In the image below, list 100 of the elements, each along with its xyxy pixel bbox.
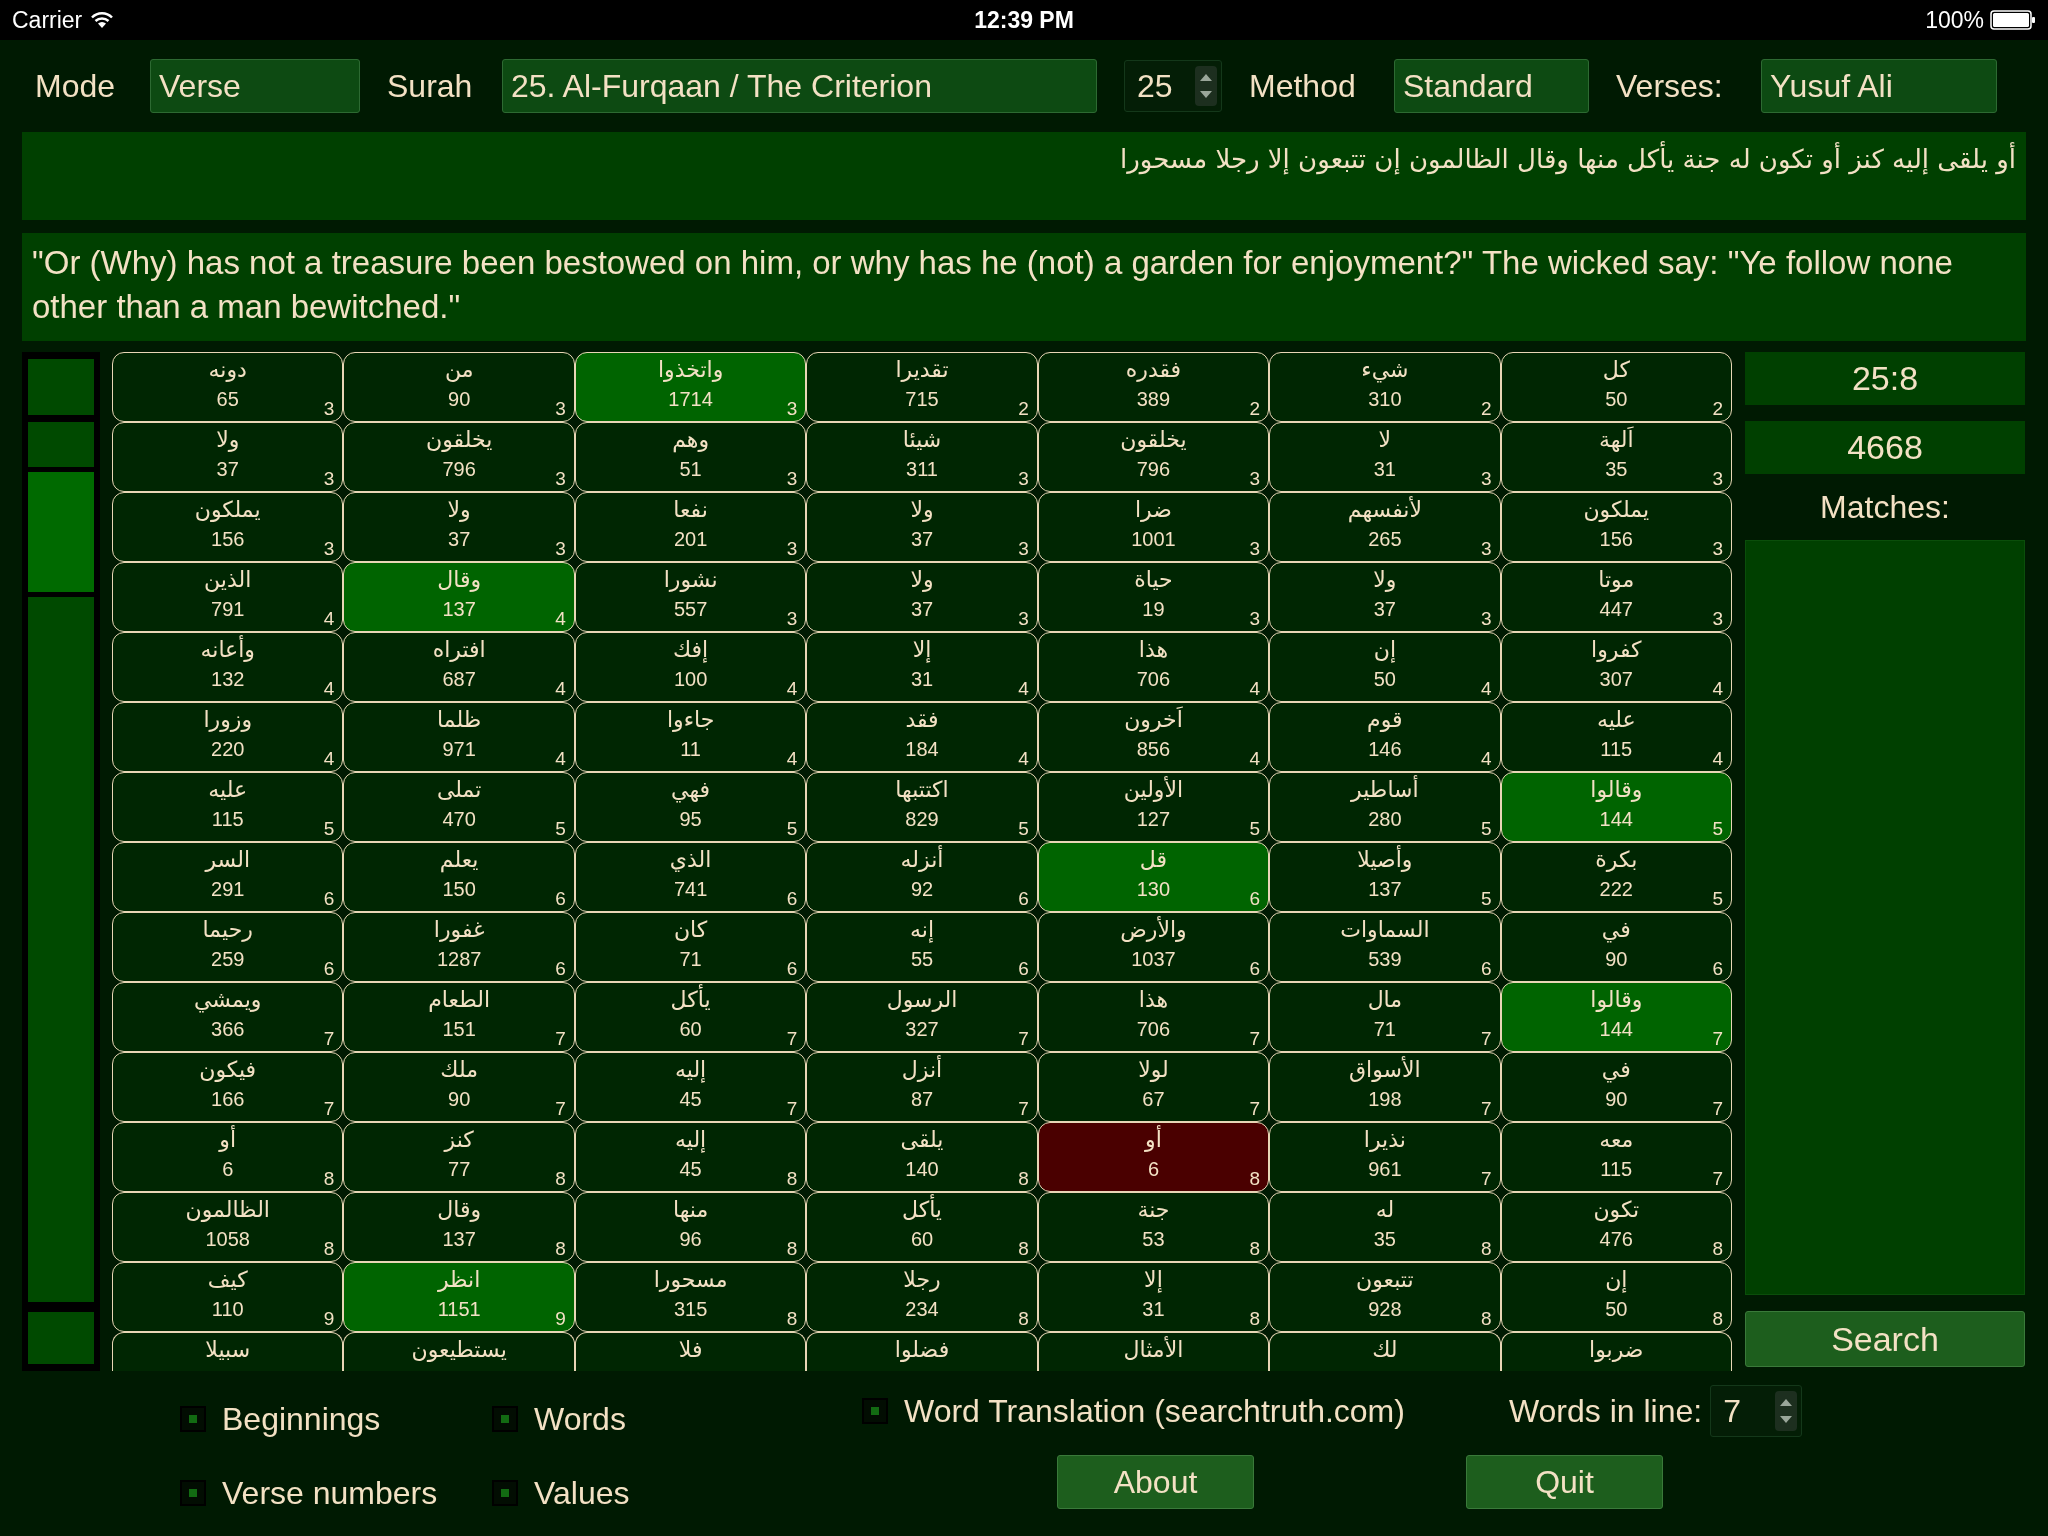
word-value: 144 (1599, 1017, 1633, 1041)
verse-number: 8 (1712, 1238, 1723, 1260)
battery-icon (1990, 10, 2036, 30)
checkbox[interactable] (862, 1398, 888, 1424)
arabic-word: ويمشي (194, 986, 262, 1015)
word-cell[interactable]: فضلوا (806, 1332, 1038, 1371)
arabic-word: تقديرا (895, 356, 949, 384)
arabic-word: إفك (673, 636, 709, 665)
verse-number: 3 (1481, 538, 1492, 560)
verse-number: 4 (323, 608, 335, 630)
verse-number: 7 (323, 1098, 335, 1120)
arabic-word: لأنفسهم (1347, 495, 1422, 525)
verse-number: 8 (1018, 1168, 1029, 1190)
arabic-word: جاءوا (666, 706, 715, 734)
number-stepper[interactable]: 25 (1124, 60, 1222, 112)
word-value: 156 (1599, 527, 1633, 551)
word-cell[interactable]: لك (1269, 1332, 1501, 1371)
word-value: 146 (1368, 737, 1402, 761)
verse-number: 3 (1018, 608, 1029, 630)
verse-number: 7 (1481, 1028, 1492, 1050)
word-cell[interactable]: الأمثال (1037, 1332, 1270, 1371)
checkbox[interactable] (180, 1480, 206, 1506)
verse-number: 3 (1249, 538, 1261, 560)
arabic-word: وقالوا (1590, 776, 1643, 804)
verse-number: 5 (555, 818, 566, 840)
verses-field[interactable]: Yusuf Ali (1761, 59, 1997, 113)
verse-number: 4 (555, 678, 566, 700)
word-value: 715 (905, 387, 939, 411)
arabic-word: ظلما (437, 706, 482, 734)
word-value: 476 (1599, 1227, 1633, 1251)
checkbox[interactable] (492, 1480, 518, 1506)
word-value: 198 (1368, 1087, 1402, 1111)
arabic-word: معه (1599, 1126, 1634, 1154)
arabic-word: مال (1367, 986, 1403, 1014)
arabic-word: إليه (674, 1126, 707, 1155)
verse-number: 8 (1712, 1308, 1723, 1330)
word-value: 961 (1368, 1157, 1402, 1181)
word-cell[interactable]: فلا (574, 1332, 807, 1371)
search-button[interactable]: Search (1745, 1311, 2025, 1367)
translation-box: "Or (Why) has not a treasure been bestowed on him, or why has he (not) a garden for enjoyment?" The wicked say: "Ye follow none other than a man bewitched." (22, 233, 2026, 341)
arabic-word: يلقى (900, 1126, 944, 1154)
stepper-arrows-icon[interactable] (1775, 1391, 1798, 1431)
verse-number: 7 (1249, 1098, 1261, 1120)
word-value: 856 (1136, 737, 1171, 761)
verse-number: 6 (1249, 958, 1261, 980)
word-value: 31 (910, 667, 934, 691)
arabic-word: يخلقون (426, 426, 493, 454)
stepper-value: 25 (1137, 67, 1173, 106)
verse-number: 3 (323, 538, 335, 560)
number-stepper[interactable]: 7 (1710, 1385, 1803, 1437)
verse-number: 8 (1481, 1238, 1492, 1260)
arabic-word: فلا (678, 1336, 703, 1364)
word-cell[interactable]: سبيلا (112, 1332, 344, 1371)
option-label: Values (534, 1474, 630, 1513)
verse-number: 3 (1712, 468, 1723, 490)
arabic-word: كل (1602, 356, 1630, 384)
word-value: 971 (442, 737, 476, 761)
verse-number: 5 (1481, 818, 1492, 840)
mode-field[interactable]: Verse (150, 59, 360, 113)
word-value: 928 (1368, 1297, 1402, 1321)
word-value: 130 (1136, 877, 1171, 901)
verse-number: 4 (323, 678, 335, 700)
arabic-word: تكون (1593, 1196, 1640, 1224)
quit-button[interactable]: Quit (1466, 1455, 1663, 1509)
word-cell[interactable]: يستطيعون (343, 1332, 575, 1371)
verse-number: 7 (555, 1098, 566, 1120)
word-cell[interactable]: ضربوا (1500, 1332, 1732, 1371)
surah-field[interactable]: 25. Al-Furqaan / The Criterion (502, 59, 1097, 113)
method-field[interactable]: Standard (1394, 59, 1589, 113)
about-button[interactable]: About (1057, 1455, 1254, 1509)
arabic-word: لك (1372, 1336, 1398, 1364)
checkbox[interactable] (180, 1406, 206, 1432)
arabic-word: كيف (207, 1266, 248, 1294)
word-value: 791 (211, 597, 245, 621)
checkbox[interactable] (492, 1406, 518, 1432)
stepper-arrows-icon[interactable] (1195, 66, 1217, 106)
verse-number: 2 (1249, 398, 1261, 420)
verse-number: 3 (1481, 468, 1492, 490)
verse-number: 4 (1249, 748, 1261, 770)
arabic-word: نشورا (663, 566, 718, 594)
arabic-word: بكرة (1595, 846, 1638, 874)
arabic-word: وقالوا (1590, 986, 1643, 1014)
word-value: 11 (680, 737, 701, 761)
arabic-word: افتراه (432, 636, 486, 664)
battery-percent: 100% (1925, 5, 1984, 35)
verse-number: 6 (555, 958, 566, 980)
carrier-label: Carrier (12, 5, 83, 35)
arabic-word: وأعانه (200, 634, 255, 664)
word-value: 829 (905, 807, 939, 831)
arabic-word: هذا (1138, 636, 1169, 664)
word-value: 87 (910, 1087, 934, 1111)
verse-number: 3 (555, 468, 566, 490)
arabic-word: يأكل (902, 1193, 942, 1227)
verse-number: 3 (1712, 538, 1723, 560)
word-value: 50 (1373, 667, 1396, 691)
verse-number: 8 (555, 1238, 566, 1260)
word-value: 234 (905, 1297, 939, 1321)
word-value: 265 (1368, 527, 1402, 551)
word-value: 307 (1599, 667, 1633, 691)
word-value: 280 (1368, 807, 1402, 831)
